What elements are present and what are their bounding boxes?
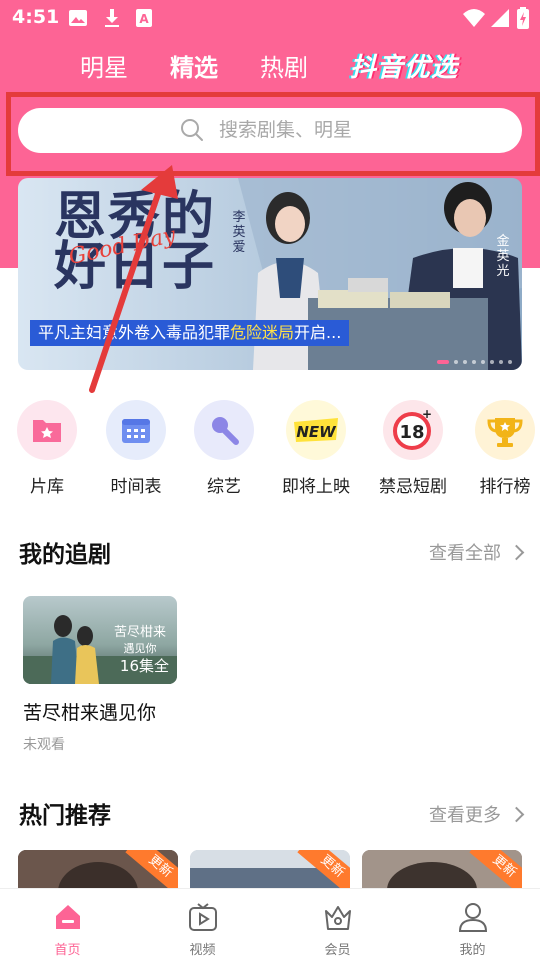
category-label: 排行榜 (479, 477, 531, 497)
svg-text:18: 18 (399, 422, 424, 443)
chevron-right-icon (508, 806, 525, 822)
category-rankings[interactable]: 排行榜 (465, 400, 540, 500)
category-variety[interactable]: 综艺 (184, 400, 264, 500)
nav-label: 首页 (54, 943, 81, 958)
tab-douyin-select[interactable]: 抖音优选 (350, 48, 458, 88)
category-library[interactable]: 片库 (7, 400, 87, 500)
folder-star-icon (17, 400, 77, 460)
top-tabs: 明星 精选 热剧 抖音优选 (0, 48, 540, 88)
watched-show-card[interactable]: 苦尽柑来 遇见你 16集全 (23, 596, 177, 684)
banner-caption-highlight: 危险迷局 (230, 323, 295, 342)
carousel-dot (490, 359, 494, 364)
hot-show-card[interactable]: 更新 (18, 850, 178, 892)
tab-hot-dramas[interactable]: 热剧 (260, 48, 308, 88)
wifi-icon (463, 9, 485, 27)
hot-show-card[interactable]: 更新 (362, 850, 522, 892)
status-time: 4:51 (12, 6, 60, 28)
featured-banner[interactable]: 恩秀的 好日子 Good Day 李英爱 金英光 平凡主妇意外卷入毒品犯罪危险迷… (18, 178, 522, 370)
tab-stars[interactable]: 明星 (80, 48, 128, 88)
nav-profile[interactable]: 我的 (405, 889, 540, 960)
view-more-link[interactable]: 查看更多 (429, 801, 525, 827)
watch-status: 未观看 (23, 737, 65, 753)
nav-label: 会员 (324, 943, 351, 958)
svg-text:A: A (139, 12, 149, 26)
annotation-highlight-box (6, 92, 540, 176)
view-more-label: 查看更多 (429, 805, 501, 826)
new-badge-icon: NEW (286, 400, 346, 460)
show-title[interactable]: 苦尽柑来遇见你 (23, 698, 156, 725)
view-all-link[interactable]: 查看全部 (429, 539, 525, 565)
category-schedule[interactable]: 时间表 (96, 400, 176, 500)
age-18-icon: 18 + (383, 400, 443, 460)
carousel-dot (463, 359, 467, 364)
carousel-dot (472, 359, 476, 364)
bottom-nav: 首页 视频 会员 我的 (0, 888, 540, 960)
nav-label: 视频 (189, 943, 216, 958)
category-label: 即将上映 (282, 477, 350, 497)
category-label: 片库 (30, 477, 64, 497)
my-shows-title: 我的追剧 (19, 542, 111, 568)
nav-video[interactable]: 视频 (135, 889, 270, 960)
status-bar: 4:51 A (0, 0, 540, 36)
banner-actor-a: 李英爱 (232, 210, 246, 255)
microphone-icon (194, 400, 254, 460)
carousel-indicator (432, 351, 512, 364)
category-coming-soon[interactable]: NEW 即将上映 (276, 400, 356, 500)
banner-caption-text: 平凡主妇意外卷入毒品犯罪 (38, 323, 231, 342)
user-icon (458, 903, 488, 932)
category-restricted-shorts[interactable]: 18 + 禁忌短剧 (373, 400, 453, 500)
carousel-dot (508, 359, 512, 364)
banner-caption-suffix: 开启... (294, 323, 342, 342)
carousel-dot (481, 359, 485, 364)
image-icon (69, 10, 87, 26)
signal-icon (491, 9, 509, 27)
chevron-right-icon (508, 544, 525, 560)
category-label: 时间表 (110, 477, 162, 497)
category-label: 综艺 (207, 477, 241, 497)
calendar-icon (106, 400, 166, 460)
crown-icon (325, 906, 351, 930)
carousel-dot (499, 359, 503, 364)
banner-caption: 平凡主妇意外卷入毒品犯罪危险迷局开启... (30, 320, 350, 346)
nav-home[interactable]: 首页 (0, 889, 135, 960)
svg-text:NEW: NEW (296, 423, 337, 441)
download-icon (105, 9, 119, 27)
hot-title: 热门推荐 (19, 803, 111, 829)
battery-icon (517, 7, 529, 29)
nav-label: 我的 (459, 943, 486, 958)
tv-play-icon (189, 903, 217, 931)
carousel-dot (437, 359, 449, 364)
font-app-icon: A (136, 9, 152, 27)
tab-featured[interactable]: 精选 (170, 48, 218, 88)
hot-show-card[interactable]: 更新 (190, 850, 350, 892)
nav-membership[interactable]: 会员 (270, 889, 405, 960)
svg-text:遇见你: 遇见你 (124, 642, 157, 655)
view-all-label: 查看全部 (429, 543, 501, 564)
svg-text:苦尽柑来: 苦尽柑来 (114, 624, 166, 640)
episode-count: 16集全 (119, 657, 169, 675)
svg-text:+: + (422, 407, 432, 421)
banner-actor-b: 金英光 (496, 234, 510, 279)
carousel-dot (454, 359, 458, 364)
trophy-icon (475, 400, 535, 460)
home-icon (56, 905, 80, 929)
category-label: 禁忌短剧 (379, 477, 447, 497)
